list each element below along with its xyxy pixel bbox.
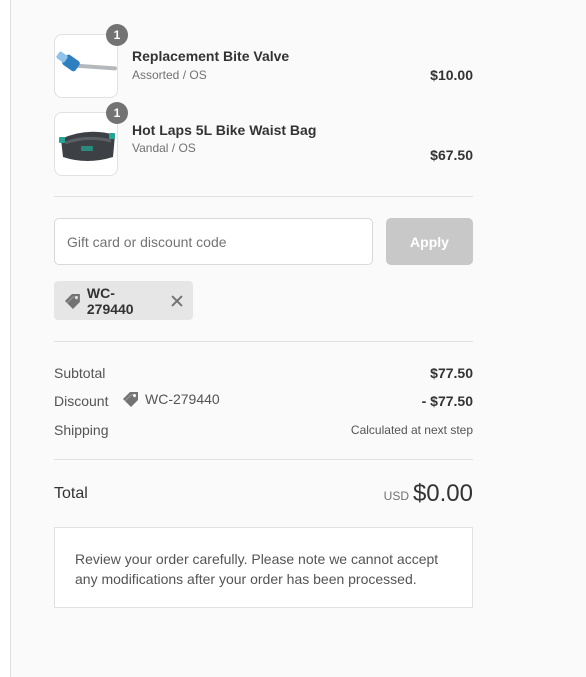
total-value: $0.00 <box>412 480 473 507</box>
discount-code-text: WC-279440 <box>145 391 220 407</box>
product-name: Replacement Bite Valve <box>132 48 290 64</box>
discount-code-input[interactable] <box>54 218 373 265</box>
product-variant: Assorted / OS <box>132 68 207 82</box>
product-price: $10.00 <box>430 67 473 83</box>
tag-icon <box>64 293 80 309</box>
order-summary-panel: 1 Replacement Bite Valve Assorted / OS $… <box>10 0 586 677</box>
product-variant: Vandal / OS <box>132 141 196 155</box>
line-item: 1 Hot Laps 5L Bike Waist Bag Vandal / OS… <box>54 102 473 176</box>
total-label: Total <box>54 485 88 502</box>
subtotal-value: $77.50 <box>430 365 473 381</box>
quantity-badge: 1 <box>106 24 128 46</box>
tag-icon <box>123 392 138 407</box>
product-price: $67.50 <box>430 147 473 163</box>
discount-value: - $77.50 <box>421 393 473 409</box>
divider <box>54 341 473 342</box>
bite-valve-image <box>56 51 117 72</box>
discount-label: Discount <box>54 393 109 409</box>
product-thumbnail: 1 <box>54 102 128 176</box>
discount-code-tag: WC-279440 <box>122 390 220 408</box>
product-thumbnail: 1 <box>54 24 128 98</box>
applied-discount-code: WC-279440 <box>86 284 134 317</box>
apply-button[interactable]: Apply <box>386 218 473 265</box>
divider <box>54 459 473 460</box>
total-currency: USD <box>383 489 409 503</box>
shipping-label: Shipping <box>54 422 109 438</box>
applied-discount-chip: WC-279440 <box>54 281 193 320</box>
quantity-badge: 1 <box>106 102 128 124</box>
subtotal-label: Subtotal <box>54 365 106 381</box>
divider <box>54 196 473 197</box>
product-name: Hot Laps 5L Bike Waist Bag <box>132 122 317 138</box>
line-item: 1 Replacement Bite Valve Assorted / OS $… <box>54 24 473 98</box>
order-note: Review your order carefully. Please note… <box>54 527 473 608</box>
shipping-value: Calculated at next step <box>350 423 473 437</box>
waist-bag-image <box>59 131 115 161</box>
remove-discount-icon[interactable] <box>171 295 183 307</box>
